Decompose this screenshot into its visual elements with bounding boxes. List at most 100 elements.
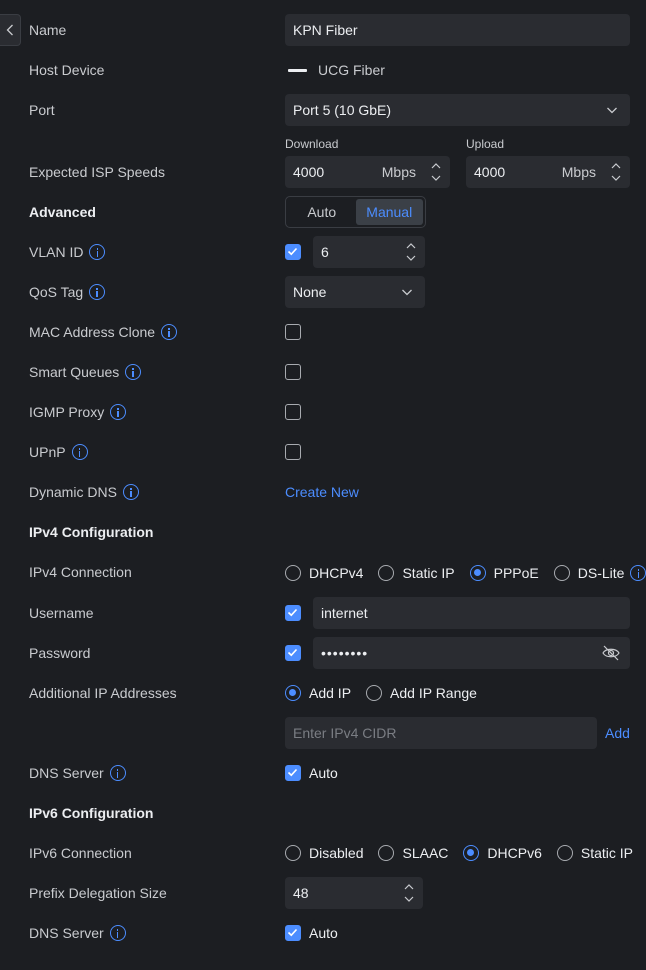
radio-dhcpv6[interactable]: DHCPv6 xyxy=(463,845,542,861)
ipv4-dns-auto-checkbox[interactable] xyxy=(285,765,301,781)
stepper-arrows-icon xyxy=(611,163,621,181)
info-icon[interactable] xyxy=(109,765,126,781)
smart-queues-label: Smart Queues xyxy=(29,362,142,382)
radio-static-ip[interactable]: Static IP xyxy=(378,565,455,581)
eye-off-icon[interactable] xyxy=(602,645,620,661)
isp-speeds-label: Expected ISP Speeds xyxy=(29,164,165,180)
smart-queues-checkbox[interactable] xyxy=(285,364,301,380)
advanced-toggle: Auto Manual xyxy=(285,196,426,228)
prefix-delegation-label: Prefix Delegation Size xyxy=(29,885,167,901)
chevron-down-icon xyxy=(607,107,617,114)
radio-slaac[interactable]: SLAAC xyxy=(378,845,448,861)
create-new-link[interactable]: Create New xyxy=(285,484,359,500)
mac-clone-label: MAC Address Clone xyxy=(29,322,178,342)
radio-ds-lite[interactable]: DS-Lite xyxy=(553,565,646,581)
radio-circle xyxy=(285,845,301,861)
radio-pppoe[interactable]: PPPoE xyxy=(469,565,539,581)
dynamic-dns-label: Dynamic DNS xyxy=(29,482,139,502)
ipv6-dns-label: DNS Server xyxy=(29,923,126,943)
prefix-stepper[interactable] xyxy=(403,881,415,905)
ipv6-connection-radios: Disabled SLAAC DHCPv6 Static IP xyxy=(285,843,633,863)
radio-ipv6-static-ip[interactable]: Static IP xyxy=(556,845,633,861)
port-label: Port xyxy=(29,102,55,118)
radio-circle xyxy=(553,565,570,581)
username-input[interactable]: internet xyxy=(313,597,630,629)
advanced-manual-option[interactable]: Manual xyxy=(355,199,423,225)
ipv4-dns-label: DNS Server xyxy=(29,763,126,783)
info-icon[interactable] xyxy=(161,324,178,340)
host-device-value: UCG Fiber xyxy=(288,60,385,80)
checkmark-icon xyxy=(287,247,298,256)
advanced-auto-option[interactable]: Auto xyxy=(288,199,356,225)
ipv4-cidr-input[interactable]: Enter IPv4 CIDR xyxy=(285,717,597,749)
radio-circle xyxy=(556,845,573,861)
checkmark-icon xyxy=(287,648,298,657)
ipv4-connection-label: IPv4 Connection xyxy=(29,564,132,580)
vlan-checkbox[interactable] xyxy=(285,244,301,260)
password-checkbox[interactable] xyxy=(285,645,301,661)
ipv4-connection-radios: DHCPv4 Static IP PPPoE DS-Lite xyxy=(285,563,646,583)
stepper-arrows-icon xyxy=(404,884,414,902)
radio-circle xyxy=(469,565,486,581)
qos-tag-select[interactable]: None xyxy=(285,276,425,308)
upnp-checkbox[interactable] xyxy=(285,444,301,460)
chevron-left-icon xyxy=(6,24,13,36)
additional-ip-label: Additional IP Addresses xyxy=(29,685,177,701)
radio-circle xyxy=(378,565,395,581)
gateway-device-icon xyxy=(288,68,307,72)
vlan-id-input[interactable]: 6 xyxy=(313,236,425,268)
collapse-panel-button[interactable] xyxy=(0,14,21,46)
info-icon[interactable] xyxy=(125,364,142,380)
info-icon[interactable] xyxy=(89,244,106,260)
add-cidr-link[interactable]: Add xyxy=(605,725,630,741)
radio-dhcpv4[interactable]: DHCPv4 xyxy=(285,565,363,581)
radio-circle xyxy=(366,685,383,701)
radio-circle xyxy=(463,845,480,861)
radio-disabled[interactable]: Disabled xyxy=(285,845,363,861)
password-input[interactable]: •••••••• xyxy=(313,637,630,669)
ipv4-dns-auto-label: Auto xyxy=(309,765,338,781)
upload-stepper[interactable] xyxy=(610,160,622,184)
info-icon[interactable] xyxy=(109,925,126,941)
mac-clone-checkbox[interactable] xyxy=(285,324,301,340)
radio-circle xyxy=(378,845,395,861)
ipv4-section-title: IPv4 Configuration xyxy=(29,524,154,540)
port-select[interactable]: Port 5 (10 GbE) xyxy=(285,94,630,126)
download-label: Download xyxy=(285,137,339,151)
username-label: Username xyxy=(29,605,94,621)
username-checkbox[interactable] xyxy=(285,605,301,621)
ipv6-dns-auto-label: Auto xyxy=(309,925,338,941)
ipv6-connection-label: IPv6 Connection xyxy=(29,845,132,861)
radio-add-ip[interactable]: Add IP xyxy=(285,685,351,701)
upload-speed-input[interactable]: 4000 Mbps xyxy=(466,156,630,188)
download-speed-input[interactable]: 4000 Mbps xyxy=(285,156,450,188)
chevron-down-icon xyxy=(402,289,412,296)
prefix-delegation-input[interactable]: 48 xyxy=(285,877,423,909)
checkmark-icon xyxy=(287,608,298,617)
stepper-arrows-icon xyxy=(431,163,441,181)
download-stepper[interactable] xyxy=(430,160,442,184)
vlan-stepper[interactable] xyxy=(405,240,417,264)
radio-circle xyxy=(285,565,301,581)
info-icon[interactable] xyxy=(71,444,88,460)
checkmark-icon xyxy=(287,768,298,777)
igmp-proxy-label: IGMP Proxy xyxy=(29,402,127,422)
info-icon[interactable] xyxy=(630,565,646,581)
info-icon[interactable] xyxy=(122,484,139,500)
advanced-label: Advanced xyxy=(29,204,96,220)
igmp-proxy-checkbox[interactable] xyxy=(285,404,301,420)
radio-add-ip-range[interactable]: Add IP Range xyxy=(366,685,477,701)
name-label: Name xyxy=(29,22,67,38)
additional-ip-radios: Add IP Add IP Range xyxy=(285,683,477,703)
ipv6-section-title: IPv6 Configuration xyxy=(29,805,154,821)
radio-circle xyxy=(285,685,301,701)
host-device-label: Host Device xyxy=(29,62,105,78)
info-icon[interactable] xyxy=(110,404,127,420)
name-input[interactable]: KPN Fiber xyxy=(285,14,630,46)
ipv6-dns-auto-checkbox[interactable] xyxy=(285,925,301,941)
vlan-label: VLAN ID xyxy=(29,242,106,262)
info-icon[interactable] xyxy=(89,284,106,300)
upnp-label: UPnP xyxy=(29,442,88,462)
stepper-arrows-icon xyxy=(406,243,416,261)
upload-label: Upload xyxy=(466,137,505,151)
